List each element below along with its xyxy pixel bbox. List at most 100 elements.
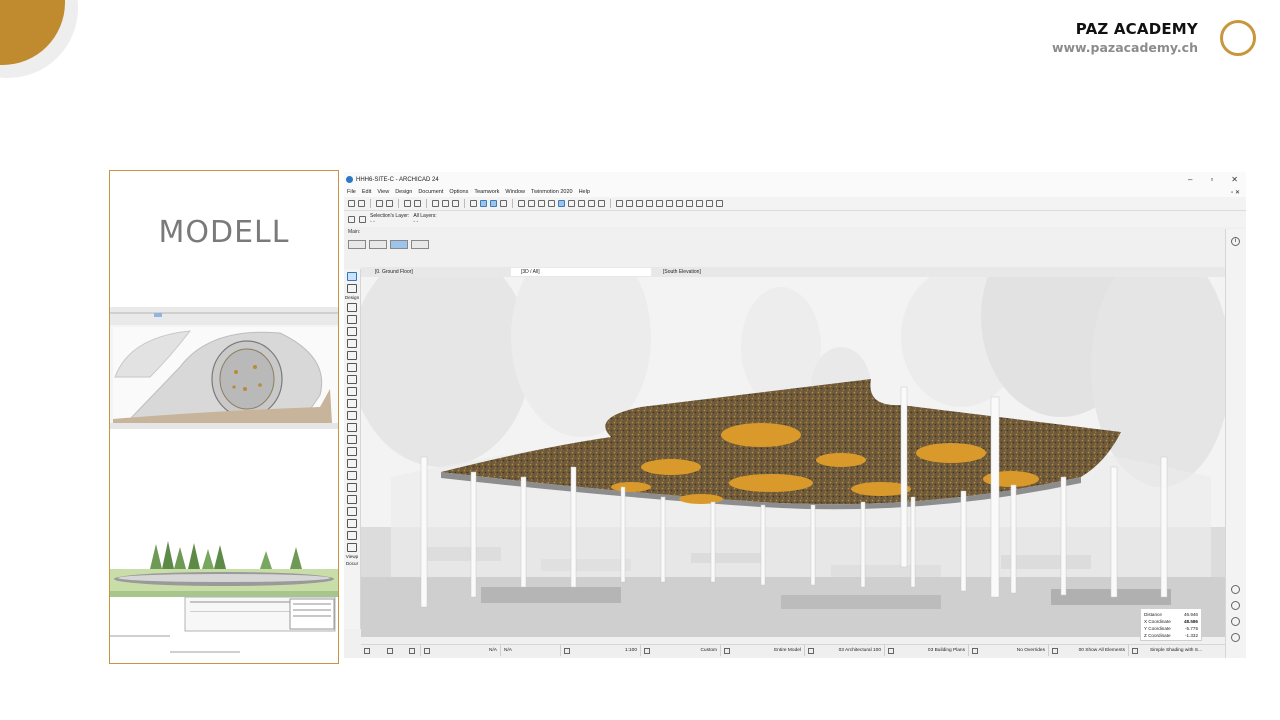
lamp-icon[interactable] <box>1231 617 1240 626</box>
resize-icon[interactable] <box>588 200 595 207</box>
eyedropper-icon[interactable] <box>452 200 459 207</box>
shading-field[interactable]: Simple Shading with S... <box>1129 645 1205 656</box>
pick-up-icon[interactable] <box>432 200 439 207</box>
redo-icon[interactable] <box>414 200 421 207</box>
maximize-button[interactable]: ▫ <box>1210 175 1213 184</box>
menu-options[interactable]: Options <box>449 189 468 195</box>
tab-south-elevation[interactable]: [South Elevation] <box>653 268 707 276</box>
model-view-field[interactable]: 03 Building Plans <box>885 645 969 656</box>
dimension-field[interactable]: Entire Model <box>721 645 805 656</box>
settings-icon[interactable] <box>1231 633 1240 642</box>
menu-file[interactable]: File <box>347 189 356 195</box>
pen-set-field[interactable]: 03 Architectural 100 <box>805 645 885 656</box>
issues-icon[interactable] <box>706 200 713 207</box>
rotate-icon[interactable] <box>626 200 633 207</box>
geometry-method-button[interactable] <box>348 239 366 249</box>
flag-icon[interactable] <box>696 200 703 207</box>
selection-layer-value[interactable]: ◦ ◦ <box>370 219 409 225</box>
door-tool-icon[interactable] <box>347 411 357 420</box>
teamwork-send-icon[interactable] <box>376 200 383 207</box>
morph-tool-icon[interactable] <box>347 495 357 504</box>
graphic-override-field[interactable]: No Overrides <box>969 645 1049 656</box>
navigation-controls[interactable] <box>361 645 421 656</box>
split-icon[interactable] <box>568 200 575 207</box>
layout-tool-icon[interactable] <box>347 531 357 540</box>
panel-tool-icon[interactable] <box>347 543 357 552</box>
lamp-tool-icon[interactable] <box>347 507 357 516</box>
trace-icon[interactable] <box>558 200 565 207</box>
roof-tool-icon[interactable] <box>347 351 357 360</box>
snap-guides-icon[interactable] <box>480 200 487 207</box>
mesh-tool-icon[interactable] <box>347 483 357 492</box>
adjust-icon[interactable] <box>676 200 683 207</box>
explode-icon[interactable] <box>578 200 585 207</box>
3d-view-icon[interactable] <box>598 200 605 207</box>
menu-help[interactable]: Help <box>579 189 590 195</box>
layers-icon[interactable] <box>1231 601 1240 610</box>
lock-icon[interactable] <box>548 200 555 207</box>
suspend-groups-icon[interactable] <box>518 200 525 207</box>
zone-tool-icon[interactable] <box>347 471 357 480</box>
pan-icon[interactable] <box>386 647 393 654</box>
object-tool-icon[interactable] <box>347 459 357 468</box>
mirror-icon[interactable] <box>616 200 623 207</box>
save-icon[interactable] <box>348 200 355 207</box>
menu-teamwork[interactable]: Teamwork <box>474 189 499 195</box>
3d-object-tool-icon[interactable] <box>347 519 357 528</box>
align-icon[interactable] <box>646 200 653 207</box>
opening-tool-icon[interactable] <box>347 447 357 456</box>
info-icon[interactable]: i <box>1231 237 1240 246</box>
navigator-icon[interactable] <box>1231 585 1240 594</box>
tab-3d-all[interactable]: [3D / All] <box>511 268 651 276</box>
undo-icon[interactable] <box>404 200 411 207</box>
stair-tool-icon[interactable] <box>347 375 357 384</box>
curtain-wall-tool-icon[interactable] <box>347 399 357 408</box>
active-method-button[interactable] <box>390 239 408 249</box>
fillet-icon[interactable] <box>666 200 673 207</box>
3d-viewport[interactable] <box>361 277 1225 637</box>
bimx-icon[interactable] <box>716 200 723 207</box>
menu-design[interactable]: Design <box>395 189 412 195</box>
railing-tool-icon[interactable] <box>347 387 357 396</box>
snap-points-icon[interactable] <box>490 200 497 207</box>
shell-tool-icon[interactable] <box>347 363 357 372</box>
layer-combo-field[interactable]: Custom <box>641 645 721 656</box>
arrow-tool-icon[interactable] <box>348 215 355 223</box>
arrow-tool-icon[interactable] <box>347 272 357 281</box>
all-layers-value[interactable]: ◦ ◦ <box>413 219 436 225</box>
minimize-button[interactable]: – <box>1188 175 1192 184</box>
distribute-icon[interactable] <box>656 200 663 207</box>
pointer-method-button[interactable] <box>411 239 429 249</box>
grid-snap-icon[interactable] <box>500 200 507 207</box>
menu-view[interactable]: View <box>377 189 389 195</box>
tab-ground-floor[interactable]: [0. Ground Floor] <box>365 268 419 276</box>
zoom-a-field[interactable]: N/A <box>421 645 501 656</box>
menu-restore-icon[interactable]: ▫ ✕ <box>1231 189 1246 196</box>
menu-document[interactable]: Document <box>418 189 443 195</box>
scale-field[interactable]: 1:100 <box>561 645 641 656</box>
menu-twinmotion[interactable]: Twinmotion 2020 <box>531 189 573 195</box>
column-tool-icon[interactable] <box>347 315 357 324</box>
arrow-select-icon[interactable] <box>528 200 535 207</box>
zoom-icon[interactable] <box>364 647 370 654</box>
inject-icon[interactable] <box>442 200 449 207</box>
offset-icon[interactable] <box>636 200 643 207</box>
window-tool-icon[interactable] <box>347 423 357 432</box>
guide-lines-icon[interactable] <box>470 200 477 207</box>
orbit-icon[interactable] <box>409 647 415 654</box>
menu-edit[interactable]: Edit <box>362 189 371 195</box>
selection-method-button[interactable] <box>369 239 387 249</box>
close-button[interactable]: ✕ <box>1231 175 1238 184</box>
skylight-tool-icon[interactable] <box>347 435 357 444</box>
zoom-b-field[interactable]: N/A <box>501 645 561 656</box>
intersect-icon[interactable] <box>686 200 693 207</box>
group-icon[interactable] <box>359 215 366 223</box>
marquee-tool-icon[interactable] <box>347 284 357 293</box>
print-icon[interactable] <box>358 200 365 207</box>
menu-window[interactable]: Window <box>505 189 525 195</box>
wall-tool-icon[interactable] <box>347 303 357 312</box>
marquee-icon[interactable] <box>538 200 545 207</box>
slab-tool-icon[interactable] <box>347 339 357 348</box>
teamwork-receive-icon[interactable] <box>386 200 393 207</box>
beam-tool-icon[interactable] <box>347 327 357 336</box>
